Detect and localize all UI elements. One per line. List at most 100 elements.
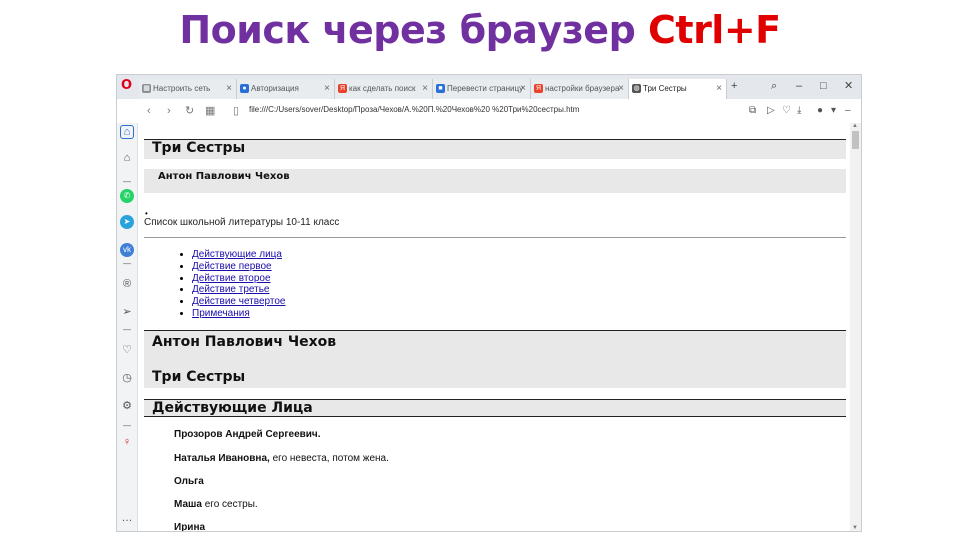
close-icon[interactable]: × (618, 79, 624, 99)
send-icon[interactable]: ➢ (120, 305, 134, 319)
yandex-icon: Я (338, 84, 347, 93)
tab-label: Три Сестры (643, 84, 687, 93)
tiles-icon[interactable]: ▦ (205, 103, 215, 119)
school-list-text: Список школьной литературы 10-11 класс (144, 217, 340, 228)
section-box: Действующие Лица (144, 399, 846, 417)
scrollbar[interactable]: ▲ ▼ (850, 123, 861, 531)
slide-title-main: Поиск через браузер (179, 8, 636, 52)
search-tabs-icon[interactable]: ⌕ (771, 78, 777, 94)
character-name: Ирина (174, 522, 206, 531)
divider: — (123, 259, 131, 268)
character-line: Ирина (174, 522, 205, 531)
list-item: Действующие лица (192, 249, 285, 261)
menu-icon[interactable]: ▾ (831, 104, 836, 118)
list-item: Действие третье (192, 284, 285, 296)
tab-label: настройки браузера (545, 84, 620, 93)
yandex-icon: Я (534, 84, 543, 93)
tab-label: как сделать поиск (349, 84, 416, 93)
snapshot-icon[interactable]: ⧉ (749, 104, 756, 118)
telegram-icon[interactable]: ➤ (120, 215, 134, 229)
url-field[interactable]: file:///C:/Users/sover/Desktop/Проза/Чех… (249, 105, 579, 114)
tab-label: Перевести страницу (447, 84, 524, 93)
favorites-icon[interactable]: ♡ (120, 343, 134, 357)
toc-link[interactable]: Действие третье (192, 284, 269, 295)
close-icon[interactable]: × (422, 79, 428, 99)
maximize-icon[interactable]: □ (820, 78, 827, 94)
title-heading: Три Сестры (152, 369, 246, 385)
tab-0[interactable]: ▦ Настроить сеть × (139, 79, 237, 99)
scroll-down-icon[interactable]: ▼ (852, 525, 858, 531)
reload-icon[interactable]: ↻ (185, 103, 194, 119)
character-line: Прозоров Андрей Сергеевич. (174, 429, 321, 440)
scroll-up-icon[interactable]: ▲ (852, 123, 858, 129)
heading-box: Антон Павлович Чехов Три Сестры (144, 330, 846, 388)
file-icon: ▯ (233, 105, 240, 117)
translate-icon: ■ (436, 84, 445, 93)
browser-window: O ▦ Настроить сеть × ● Авторизация × Я к… (116, 74, 862, 532)
address-bar: ‹ › ↻ ▦ ▯ file:///C:/Users/sover/Desktop… (117, 99, 861, 124)
vk-icon[interactable]: vk (120, 243, 134, 257)
character-name: Маша (174, 499, 202, 510)
page-content: Три Сестры Антон Павлович Чехов • Список… (138, 123, 850, 531)
sidebar: ⌂ ⌂ — ✆ ➤ vk — ® ➢ — ♡ ◷ ⚙ — ♀ … (117, 123, 138, 531)
minimize-icon[interactable]: – (796, 78, 802, 94)
tab-label: Настроить сеть (153, 84, 211, 93)
divider (144, 237, 846, 238)
author-heading: Антон Павлович Чехов (152, 334, 337, 350)
download-icon[interactable]: ⤓ (797, 104, 801, 118)
character-name: Наталья Ивановна, (174, 453, 270, 464)
opera-logo-icon[interactable]: O (120, 79, 133, 92)
scroll-thumb[interactable] (852, 131, 859, 149)
forward-icon[interactable]: › (167, 103, 171, 119)
home-icon[interactable]: ⌂ (120, 151, 134, 165)
list-item: Примечания (192, 308, 285, 320)
toc-link[interactable]: Примечания (192, 308, 250, 319)
tab-label: Авторизация (251, 84, 299, 93)
toc-link[interactable]: Действующие лица (192, 249, 282, 260)
close-icon[interactable]: × (226, 79, 232, 99)
close-icon[interactable]: × (520, 79, 526, 99)
character-name: Ольга (174, 476, 204, 487)
back-icon[interactable]: ‹ (147, 103, 151, 119)
list-item: Действие второе (192, 273, 285, 285)
grid-icon: ▦ (142, 84, 151, 93)
close-icon[interactable]: × (716, 79, 722, 99)
player-icon[interactable]: ® (120, 277, 134, 291)
section-heading: Действующие Лица (152, 400, 313, 416)
table-of-contents: Действующие лица Действие первое Действи… (178, 249, 285, 320)
settings-gear-icon[interactable]: ⚙ (120, 399, 134, 413)
slide-title-shortcut: Ctrl+F (648, 8, 781, 52)
site-icon: ● (240, 84, 249, 93)
list-item: Действие четвертое (192, 296, 285, 308)
window-close-icon[interactable]: ✕ (844, 78, 853, 94)
home-active-icon[interactable]: ⌂ (120, 125, 134, 139)
tab-bar: O ▦ Настроить сеть × ● Авторизация × Я к… (117, 75, 861, 99)
close-icon[interactable]: × (324, 79, 330, 99)
whatsapp-icon[interactable]: ✆ (120, 189, 134, 203)
more-icon[interactable]: … (120, 511, 134, 525)
heart-icon[interactable]: ♡ (782, 104, 791, 118)
toc-link[interactable]: Действие второе (192, 273, 271, 284)
character-line: Наталья Ивановна, его невеста, потом жен… (174, 453, 389, 464)
toc-link[interactable]: Действие первое (192, 261, 272, 272)
history-icon[interactable]: ◷ (120, 371, 134, 385)
settings-icon[interactable]: – (845, 104, 851, 118)
tab-4[interactable]: Я настройки браузера × (531, 79, 629, 99)
player-icon[interactable]: ▷ (767, 104, 775, 118)
notification-icon[interactable]: ♀ (120, 435, 134, 449)
character-line: Маша его сестры. (174, 499, 258, 510)
tab-2[interactable]: Я как сделать поиск × (335, 79, 433, 99)
new-tab-icon[interactable]: + (731, 78, 737, 94)
divider: — (123, 177, 131, 186)
character-desc: его сестры. (204, 499, 258, 510)
slide-title: Поиск через браузер Ctrl+F (0, 8, 960, 52)
divider: — (123, 325, 131, 334)
tab-3[interactable]: ■ Перевести страницу × (433, 79, 531, 99)
tab-5-active[interactable]: ◍ Три Сестры × (629, 79, 727, 99)
tab-1[interactable]: ● Авторизация × (237, 79, 335, 99)
title-box: Три Сестры (144, 139, 846, 159)
character-desc: его невеста, потом жена. (272, 453, 389, 464)
character-line: Ольга (174, 476, 204, 487)
profile-icon[interactable]: ● (817, 104, 823, 118)
toc-link[interactable]: Действие четвертое (192, 296, 285, 307)
